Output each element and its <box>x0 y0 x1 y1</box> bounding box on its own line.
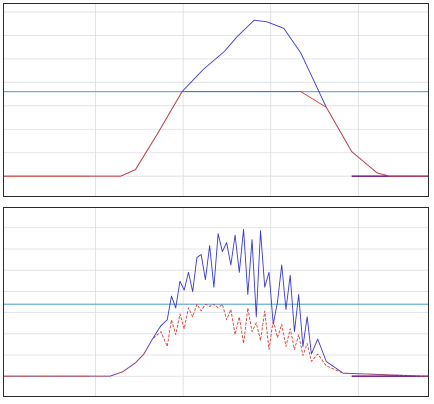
series-line-blue <box>4 228 428 377</box>
series-line-red <box>4 303 428 377</box>
bottom-chart-panel <box>3 207 429 397</box>
series-line-red <box>4 91 428 177</box>
bottom-chart-svg <box>4 208 428 396</box>
grid-lines <box>4 208 428 396</box>
grid-lines <box>4 4 428 196</box>
top-chart-svg <box>4 4 428 196</box>
top-chart-panel <box>3 3 429 197</box>
